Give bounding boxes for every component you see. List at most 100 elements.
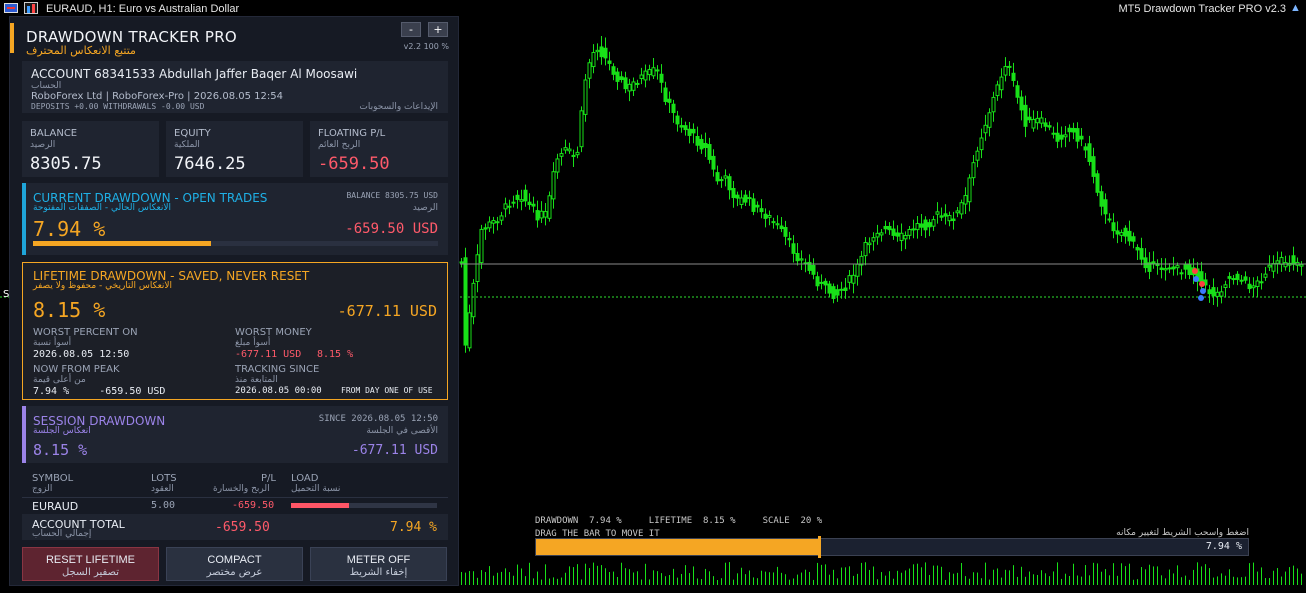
- volume-bar: [1077, 575, 1078, 585]
- current-drawdown-card: CURRENT DRAWDOWN - OPEN TRADES الانعكاس …: [22, 183, 448, 255]
- candle-body: [775, 223, 780, 226]
- drawdown-meter[interactable]: DRAWDOWN 7.94 % LIFETIME 8.15 % SCALE 20…: [533, 514, 1253, 559]
- candle-body: [1267, 264, 1272, 268]
- volume-bar: [993, 569, 994, 585]
- candle-body: [583, 79, 588, 115]
- candle-body: [1083, 146, 1088, 151]
- candle-body: [643, 70, 648, 81]
- volume-bar: [629, 569, 630, 585]
- volume-bar: [845, 567, 846, 585]
- volume-bar: [557, 578, 558, 585]
- candle-body: [631, 81, 636, 91]
- candle-body: [751, 198, 756, 212]
- volume-bar: [669, 575, 670, 585]
- volume-bar: [1301, 573, 1302, 585]
- balance-label: BALANCE: [30, 128, 78, 139]
- row-symbol: EURAUD: [32, 500, 79, 513]
- volume-bar: [877, 579, 878, 585]
- candle-body: [463, 257, 468, 346]
- candle-body: [679, 125, 684, 128]
- candle-body: [503, 203, 508, 210]
- current-progress: [33, 241, 438, 246]
- candle-body: [1227, 276, 1232, 279]
- lifetime-drawdown-card: LIFETIME DRAWDOWN - SAVED, NEVER RESET ا…: [22, 262, 448, 400]
- compact-button[interactable]: COMPACT عرض مختصر: [166, 547, 303, 581]
- current-title-ar: الانعكاس الحالي - الصفقات المفتوحة: [33, 203, 172, 213]
- candle-body: [1071, 127, 1076, 133]
- volume-bar: [981, 578, 982, 585]
- trade-marker: [1200, 288, 1206, 294]
- candle-body: [591, 51, 596, 68]
- volume-bar: [1117, 575, 1118, 585]
- volume-bar: [757, 578, 758, 585]
- candlestick-series: [459, 36, 1304, 353]
- candle-body: [567, 148, 572, 152]
- candle-body: [627, 83, 632, 92]
- volume-bar: [773, 572, 774, 585]
- candle-body: [771, 221, 776, 224]
- volume-bar: [1177, 565, 1178, 585]
- candle-body: [931, 219, 936, 227]
- volume-bar: [1073, 563, 1074, 585]
- session-money: -677.11 USD: [351, 443, 438, 458]
- volume-bar: [1017, 576, 1018, 585]
- volume-bar: [1137, 579, 1138, 585]
- candle-body: [563, 147, 568, 151]
- volume-bar: [733, 579, 734, 585]
- candle-body: [1215, 291, 1220, 297]
- candle-body: [479, 228, 484, 264]
- total-percent: 7.94 %: [390, 520, 437, 535]
- maximize-button[interactable]: +: [428, 22, 448, 37]
- volume-bar: [921, 567, 922, 585]
- candle-body: [963, 195, 968, 205]
- volume-bar: [985, 562, 986, 585]
- meter-track[interactable]: 7.94 %: [535, 536, 1249, 558]
- volume-bar: [1065, 573, 1066, 585]
- candle-body: [1011, 72, 1016, 81]
- candle-body: [691, 128, 696, 134]
- floating-card: FLOATING P/L الربح العائم -659.50: [310, 121, 448, 177]
- volume-bar: [1197, 562, 1198, 585]
- candle-body: [951, 218, 956, 222]
- volume-bar: [801, 572, 802, 585]
- volume-bar: [481, 570, 482, 585]
- volume-bar: [1233, 576, 1234, 585]
- candle-body: [663, 87, 668, 102]
- volume-bar: [649, 579, 650, 585]
- volume-bar: [593, 562, 594, 585]
- volume-bar: [693, 566, 694, 585]
- candle-body: [851, 274, 856, 284]
- candle-body: [999, 76, 1004, 91]
- candle-body: [575, 151, 580, 156]
- volume-bar: [889, 571, 890, 585]
- meter-drag-handle[interactable]: [817, 536, 821, 558]
- candle-body: [795, 252, 800, 262]
- volume-bar: [1089, 575, 1090, 585]
- candle-body: [1299, 264, 1304, 267]
- tracking-label-ar: المتابعة منذ: [235, 375, 278, 385]
- row-load-bar: [291, 503, 437, 508]
- candle-body: [659, 73, 664, 83]
- volume-bar: [1249, 563, 1250, 585]
- minimize-button[interactable]: -: [401, 22, 421, 37]
- account-card: ACCOUNT 68341533 Abdullah Jaffer Baqer A…: [22, 61, 448, 113]
- compact-label-ar: عرض مختصر: [206, 567, 263, 578]
- candle-body: [475, 254, 480, 283]
- indicator-icon[interactable]: [24, 2, 38, 14]
- candle-body: [1279, 257, 1284, 265]
- volume-bar: [1109, 575, 1110, 585]
- candle-body: [1271, 263, 1276, 272]
- candle-body: [1055, 132, 1060, 142]
- volume-bar: [641, 579, 642, 585]
- current-percent: 7.94 %: [33, 217, 106, 241]
- volume-bar: [1221, 573, 1222, 585]
- reset-lifetime-button[interactable]: RESET LIFETIME تصفير السجل: [22, 547, 159, 581]
- volume-bar: [793, 578, 794, 585]
- volume-bar: [1289, 567, 1290, 585]
- volume-bar: [1185, 575, 1186, 585]
- meter-off-button[interactable]: METER OFF إخفاء الشريط: [310, 547, 447, 581]
- floating-label: FLOATING P/L: [318, 128, 386, 139]
- candle-body: [875, 232, 880, 238]
- candle-body: [991, 96, 996, 113]
- candle-body: [1115, 230, 1120, 235]
